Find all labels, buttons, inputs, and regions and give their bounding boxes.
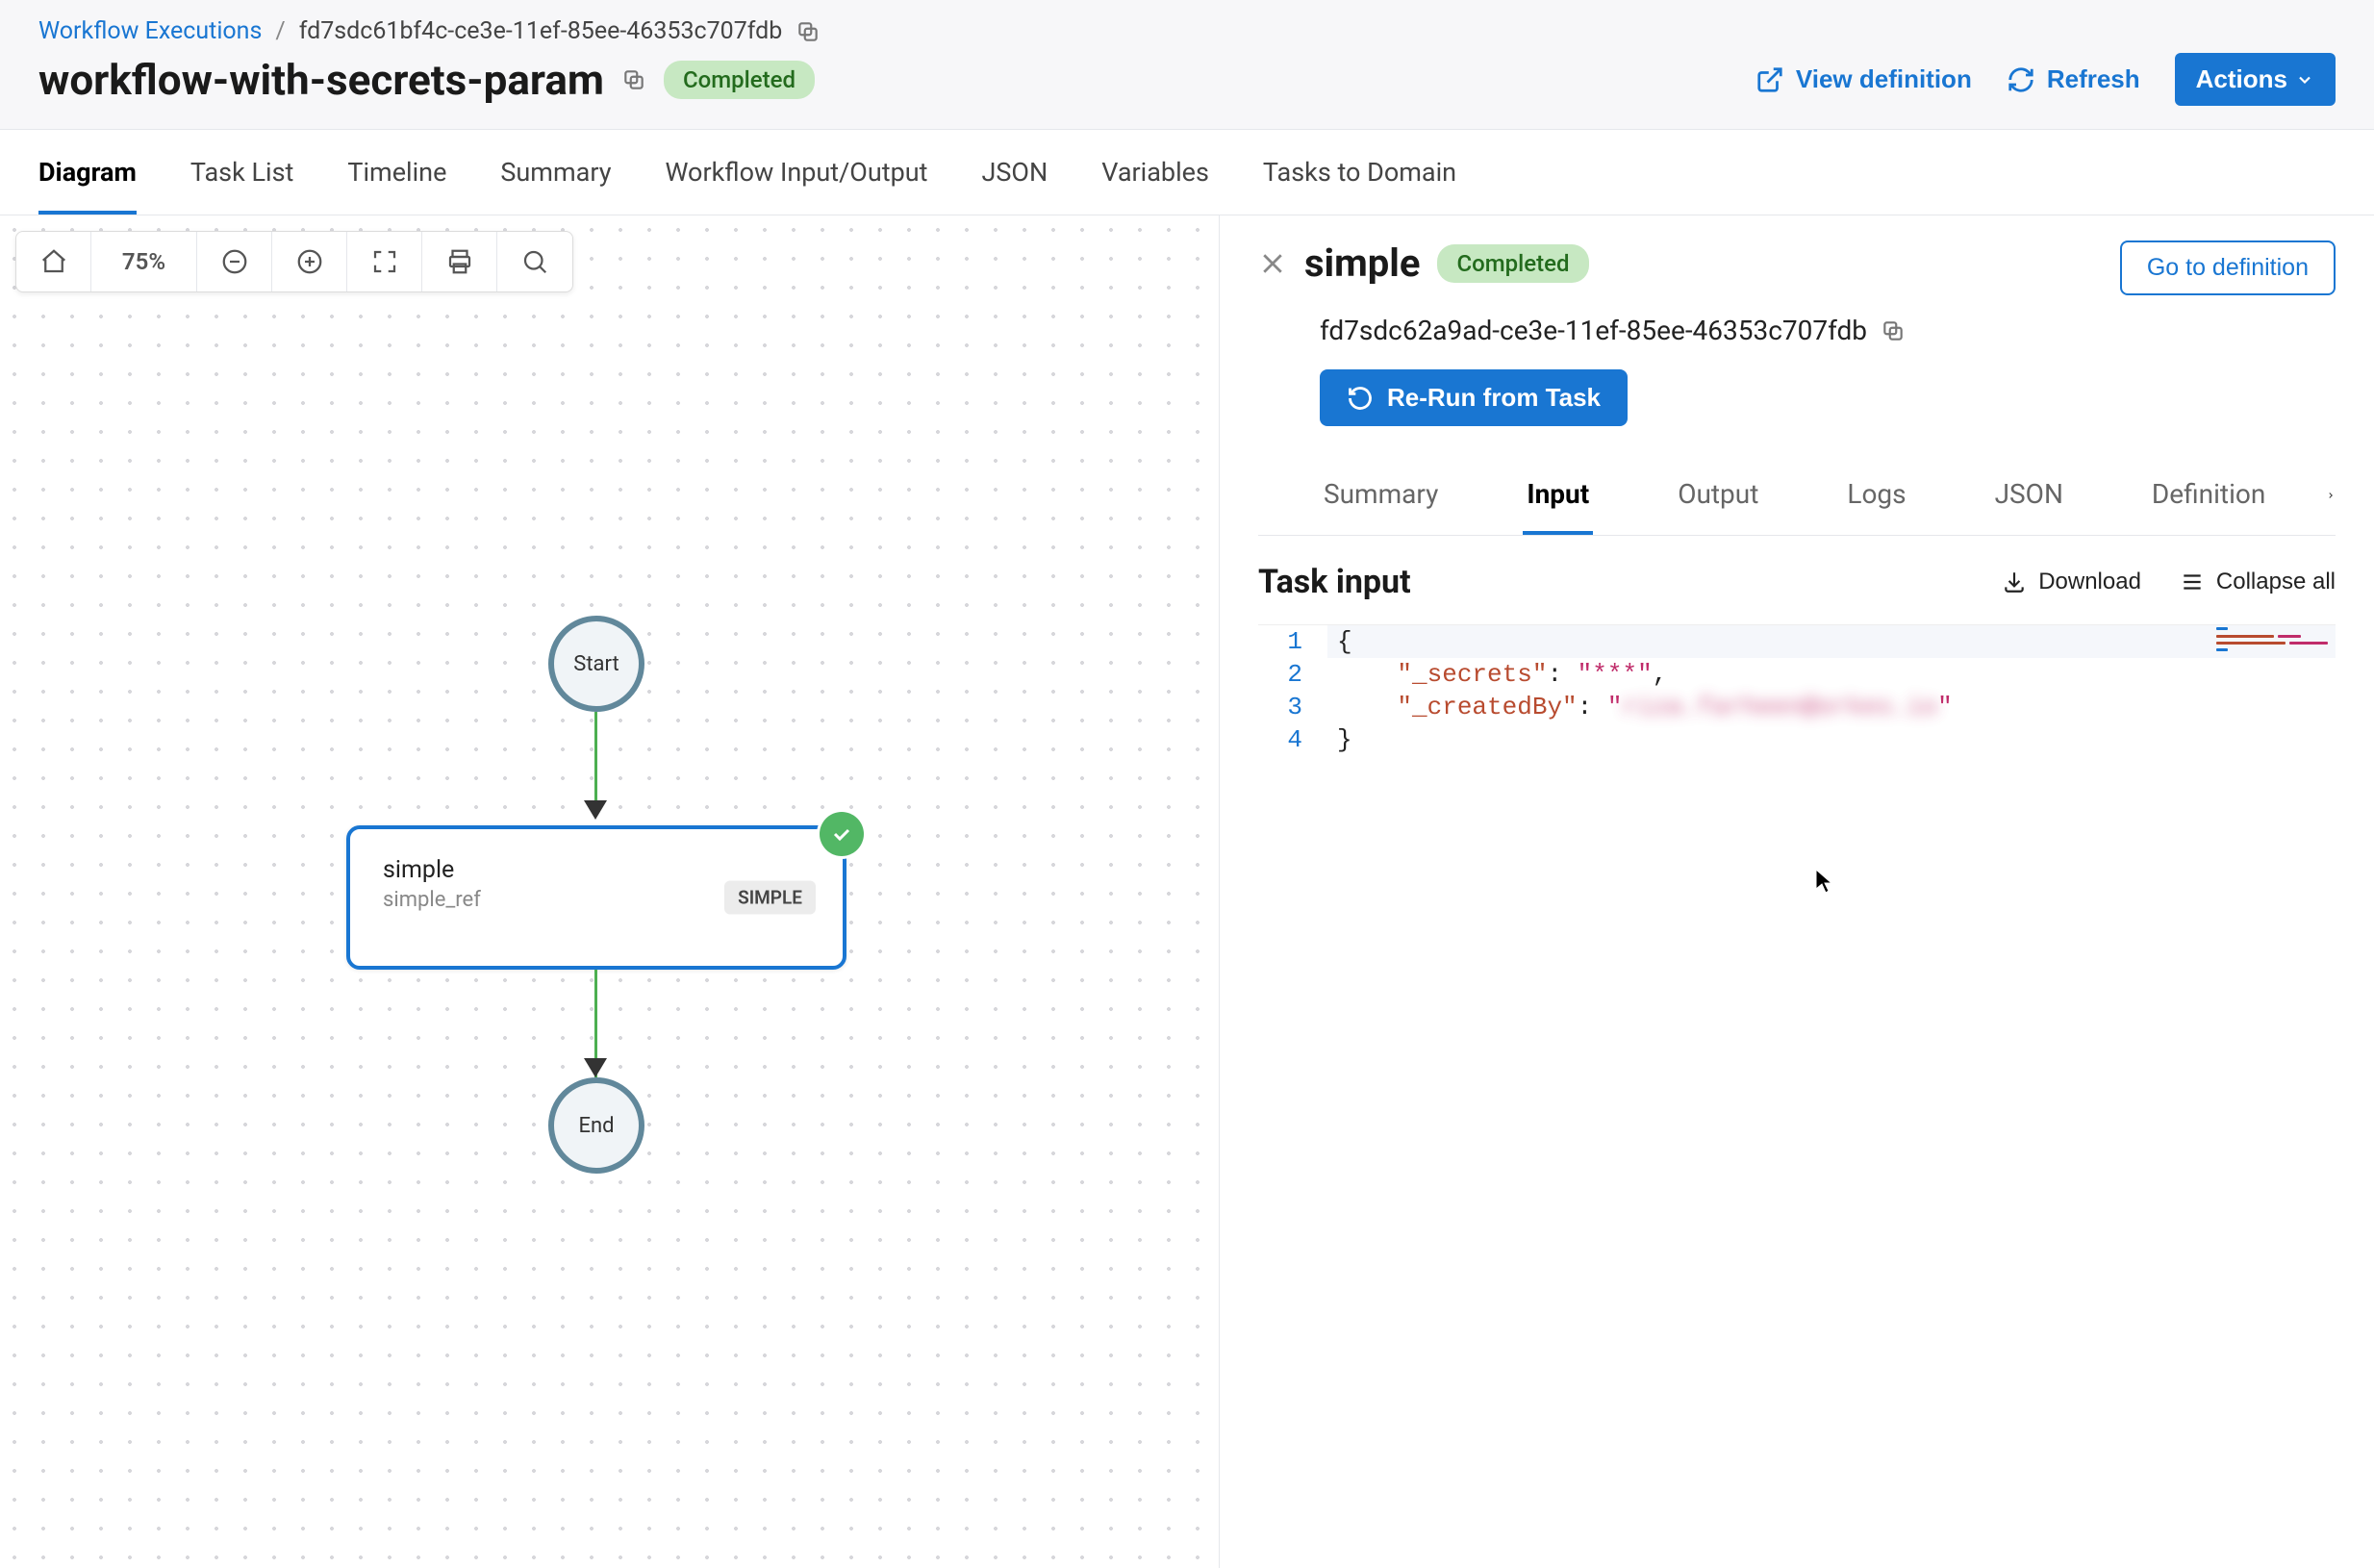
code-token: : xyxy=(1547,660,1577,689)
breadcrumb-execution-id: fd7sdc61bf4c-ce3e-11ef-85ee-46353c707fdb xyxy=(299,17,783,45)
redacted-value: riza.farheen@orkes.io xyxy=(1622,693,1937,721)
collapse-all-label: Collapse all xyxy=(2216,569,2336,595)
line-number: 1 xyxy=(1258,625,1327,658)
panel-tab-definition[interactable]: Definition xyxy=(2148,468,2269,535)
page-title: workflow-with-secrets-param xyxy=(38,55,604,105)
panel-tab-summary[interactable]: Summary xyxy=(1320,468,1442,535)
diagram-canvas[interactable]: 75% Start xyxy=(0,215,1220,1568)
line-number: 2 xyxy=(1258,658,1327,691)
chevron-right-icon[interactable] xyxy=(2297,476,2336,515)
task-type-chip: SIMPLE xyxy=(724,881,816,915)
node-end[interactable]: End xyxy=(548,1077,644,1174)
arrowhead-icon xyxy=(584,800,607,820)
tab-timeline[interactable]: Timeline xyxy=(347,130,446,215)
copy-icon[interactable] xyxy=(796,19,821,44)
panel-tab-logs[interactable]: Logs xyxy=(1843,468,1909,535)
json-code-viewer[interactable]: 1 { 2 "_secrets": "***", 3 "_createdBy":… xyxy=(1258,624,2336,756)
tab-tasks-to-domain[interactable]: Tasks to Domain xyxy=(1263,130,1456,215)
tab-summary[interactable]: Summary xyxy=(500,130,611,215)
download-label: Download xyxy=(2038,569,2141,595)
breadcrumb-sep: / xyxy=(275,17,285,45)
code-token: , xyxy=(1653,660,1668,689)
close-icon[interactable] xyxy=(1258,249,1287,278)
tab-variables[interactable]: Variables xyxy=(1101,130,1209,215)
task-name: simple xyxy=(383,856,756,884)
line-number: 3 xyxy=(1258,691,1327,723)
go-to-definition-button[interactable]: Go to definition xyxy=(2120,240,2336,295)
refresh-button[interactable]: Refresh xyxy=(2007,64,2140,94)
code-token: "_createdBy" xyxy=(1397,693,1577,721)
main-tabs: Diagram Task List Timeline Summary Workf… xyxy=(0,130,2374,215)
rerun-label: Re-Run from Task xyxy=(1387,383,1601,413)
check-icon xyxy=(820,812,864,856)
node-end-label: End xyxy=(578,1114,614,1138)
panel-tabs: Summary Input Output Logs JSON Definitio… xyxy=(1258,468,2336,535)
refresh-label: Refresh xyxy=(2047,64,2140,94)
view-definition-button[interactable]: View definition xyxy=(1755,64,1972,94)
code-token: " xyxy=(1607,693,1623,721)
actions-label: Actions xyxy=(2196,64,2287,94)
code-token: "***" xyxy=(1578,660,1653,689)
rerun-from-task-button[interactable]: Re-Run from Task xyxy=(1320,369,1628,426)
task-ref: simple_ref xyxy=(383,888,756,912)
panel-tab-json[interactable]: JSON xyxy=(1991,468,2067,535)
copy-task-id-icon[interactable] xyxy=(1881,318,1906,343)
download-button[interactable]: Download xyxy=(2002,569,2141,595)
actions-button[interactable]: Actions xyxy=(2175,53,2336,106)
task-detail-panel: simple Completed Go to definition fd7sdc… xyxy=(1220,215,2374,1568)
code-token: " xyxy=(1937,693,1953,721)
tab-json[interactable]: JSON xyxy=(981,130,1048,215)
copy-title-icon[interactable] xyxy=(621,67,646,92)
panel-tab-output[interactable]: Output xyxy=(1674,468,1762,535)
breadcrumb-root[interactable]: Workflow Executions xyxy=(38,17,262,45)
task-id: fd7sdc62a9ad-ce3e-11ef-85ee-46353c707fdb xyxy=(1320,315,1867,346)
arrowhead-icon xyxy=(584,1058,607,1077)
section-title-task-input: Task input xyxy=(1258,563,1411,601)
workflow-status-badge: Completed xyxy=(664,61,815,99)
tab-workflow-io[interactable]: Workflow Input/Output xyxy=(666,130,928,215)
node-start[interactable]: Start xyxy=(548,616,644,712)
code-token: "_secrets" xyxy=(1397,660,1547,689)
view-definition-label: View definition xyxy=(1796,64,1972,94)
collapse-all-button[interactable]: Collapse all xyxy=(2180,569,2336,595)
task-status-badge: Completed xyxy=(1437,244,1588,283)
line-number: 4 xyxy=(1258,723,1327,756)
code-token: { xyxy=(1337,627,1352,656)
minimap[interactable] xyxy=(2210,627,2336,652)
code-token: : xyxy=(1578,693,1607,721)
code-token: } xyxy=(1337,725,1352,754)
edge-start-task xyxy=(594,712,597,814)
node-start-label: Start xyxy=(573,652,619,676)
task-panel-title: simple xyxy=(1304,240,1420,286)
cursor-icon xyxy=(1814,868,1833,895)
panel-tab-input[interactable]: Input xyxy=(1523,468,1593,535)
tab-task-list[interactable]: Task List xyxy=(190,130,294,215)
node-task-simple[interactable]: simple simple_ref SIMPLE xyxy=(346,825,846,970)
tab-diagram[interactable]: Diagram xyxy=(38,130,137,215)
